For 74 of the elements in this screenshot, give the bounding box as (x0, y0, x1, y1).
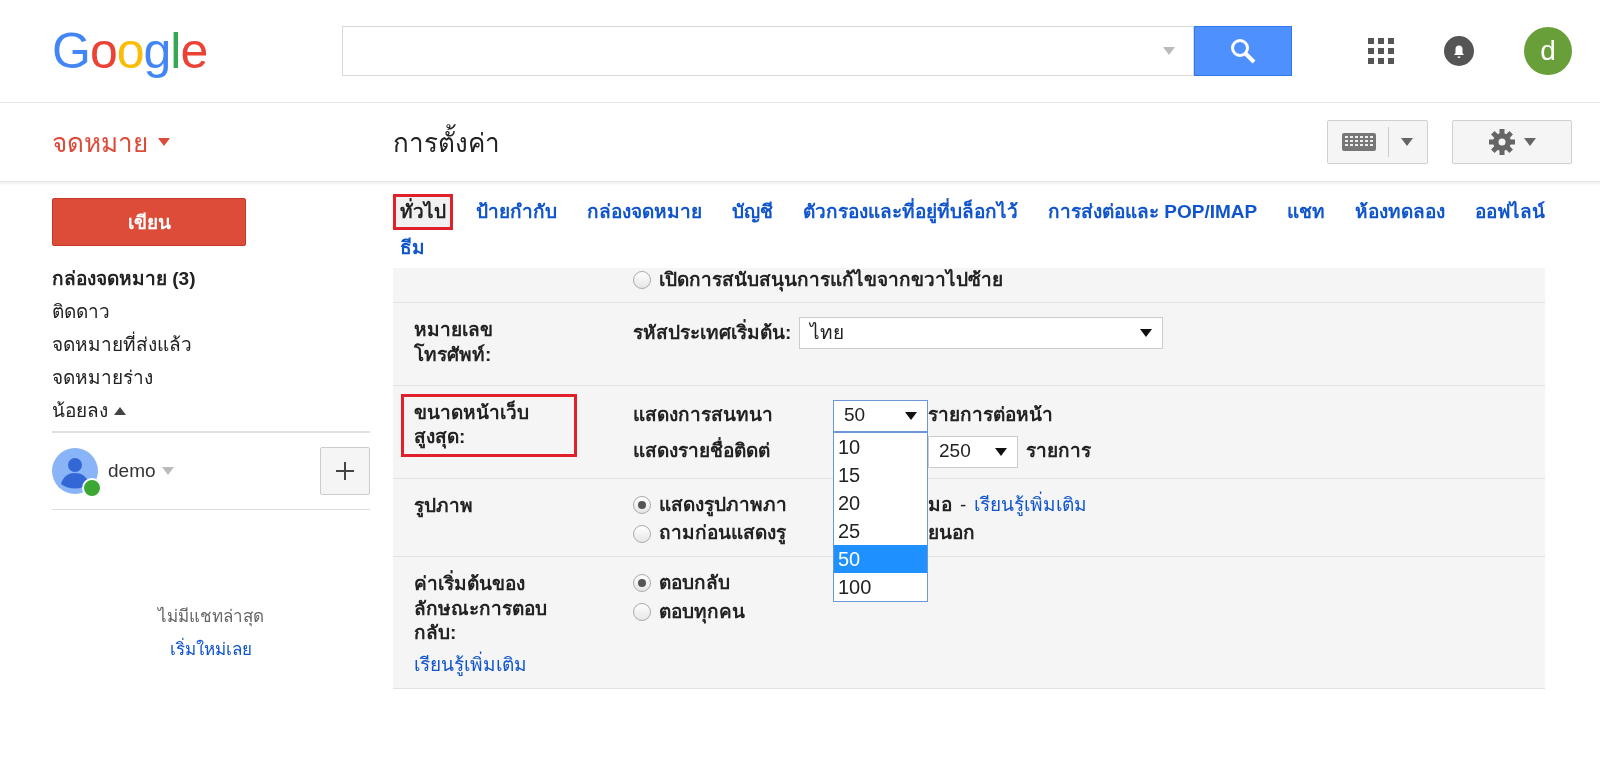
radio-button[interactable] (633, 495, 651, 514)
compose-button[interactable]: เขียน (52, 198, 246, 246)
apps-grid-icon[interactable] (1368, 38, 1394, 64)
settings-tab[interactable]: ตัวกรองและที่อยู่ที่บล็อกไว้ (796, 194, 1025, 230)
contacts-select[interactable]: 250 (928, 435, 1018, 468)
settings-tab[interactable]: ธีม (393, 229, 432, 266)
chat-user[interactable]: demo (108, 460, 174, 482)
less-toggle[interactable]: น้อยลง (52, 394, 393, 427)
settings-tab[interactable]: ออฟไลน์ (1468, 194, 1553, 230)
field-label: แสดงการสนทนา (633, 403, 774, 428)
setting-label: หมายเลขโทรศัพท์: (413, 318, 494, 367)
nav-item[interactable]: จดหมายที่ส่งแล้ว (52, 328, 393, 361)
add-chat-button[interactable] (320, 447, 370, 495)
option-label: ตอบทุกคน (659, 599, 745, 625)
search-icon (1230, 38, 1256, 64)
option-label: ถามก่อนแสดงรู (659, 521, 786, 546)
radio-button[interactable] (633, 574, 651, 593)
settings-tab[interactable]: ห้องทดลอง (1348, 194, 1453, 230)
option-label: ตอบกลับ (659, 570, 730, 595)
dropdown-option[interactable]: 25 (834, 516, 927, 545)
plus-icon (335, 461, 355, 481)
empty-chat-text: ไม่มีแชทล่าสุด (158, 605, 264, 629)
setting-label: ขนาดหน้าเว็บสูงสุด: (401, 393, 577, 457)
settings-tab[interactable]: ทั่วไป (393, 194, 453, 230)
caret-icon (1401, 138, 1413, 146)
radio-button[interactable] (633, 270, 651, 289)
caret-icon (905, 411, 917, 420)
country-select[interactable]: ไทย (799, 317, 1164, 350)
caret-up-icon (114, 406, 126, 415)
caret-icon (158, 138, 170, 146)
setting-label: รูปภาพ (413, 493, 474, 520)
nav-item[interactable]: ติดดาว (52, 295, 393, 328)
learn-more-link[interactable]: เรียนรู้เพิ่มเติม (974, 492, 1088, 518)
settings-tab[interactable]: แชท (1280, 194, 1333, 230)
settings-tab[interactable]: การส่งต่อและ POP/IMAP (1041, 194, 1265, 230)
field-label: รหัสประเทศเริ่มต้น: (633, 320, 792, 345)
search-button[interactable] (1194, 26, 1292, 76)
conversations-select[interactable]: 50 (833, 399, 928, 432)
mail-menu[interactable]: จดหมาย (0, 121, 393, 163)
caret-icon (161, 467, 174, 475)
nav-item[interactable]: กล่องจดหมาย (3) (52, 262, 393, 295)
start-chat-link[interactable]: เริ่มใหม่เลย (170, 635, 252, 662)
caret-icon (1140, 329, 1153, 338)
keyboard-icon (1342, 133, 1376, 151)
settings-icon (1488, 128, 1516, 156)
caret-icon (1524, 138, 1536, 146)
separator: - (960, 492, 967, 517)
dropdown-option[interactable]: 10 (834, 432, 927, 461)
field-label: รายการต่อหน้า (928, 403, 1053, 428)
search-field[interactable] (342, 26, 1194, 76)
settings-button[interactable] (1452, 120, 1572, 164)
option-label: เปิดการสนับสนุนการแก้ไขจากขวาไปซ้าย (659, 267, 1003, 293)
field-label: แสดงรายชื่อติดต่ (633, 439, 833, 464)
radio-button[interactable] (633, 524, 651, 543)
option-label: แสดงรูปภาพภา (659, 492, 787, 518)
dropdown-option[interactable]: 20 (834, 488, 927, 517)
settings-tab[interactable]: กล่องจดหมาย (580, 194, 709, 230)
field-label: รายการ (1026, 439, 1091, 464)
notification-icon[interactable] (1444, 36, 1474, 66)
keyboard-button[interactable] (1327, 120, 1428, 164)
logo[interactable]: Google (0, 22, 290, 80)
dropdown-option[interactable]: 15 (834, 460, 927, 489)
setting-label: ค่าเริ่มต้นของลักษณะการตอบกลับ: (413, 569, 548, 646)
option-label: ยนอก (928, 521, 975, 546)
caret-icon (995, 447, 1007, 456)
option-label: มอ (928, 492, 952, 517)
learn-more-link[interactable]: เรียนรู้เพิ่มเติม (401, 653, 633, 678)
dropdown-option[interactable]: 100 (834, 572, 927, 601)
settings-tab[interactable]: ป้ายกำกับ (469, 194, 564, 230)
page-title: การตั้งค่า (393, 121, 500, 163)
settings-tab[interactable]: บัญชี (725, 194, 780, 230)
nav-item[interactable]: จดหมายร่าง (52, 361, 393, 394)
caret-icon (1163, 47, 1175, 55)
radio-button[interactable] (633, 602, 651, 621)
